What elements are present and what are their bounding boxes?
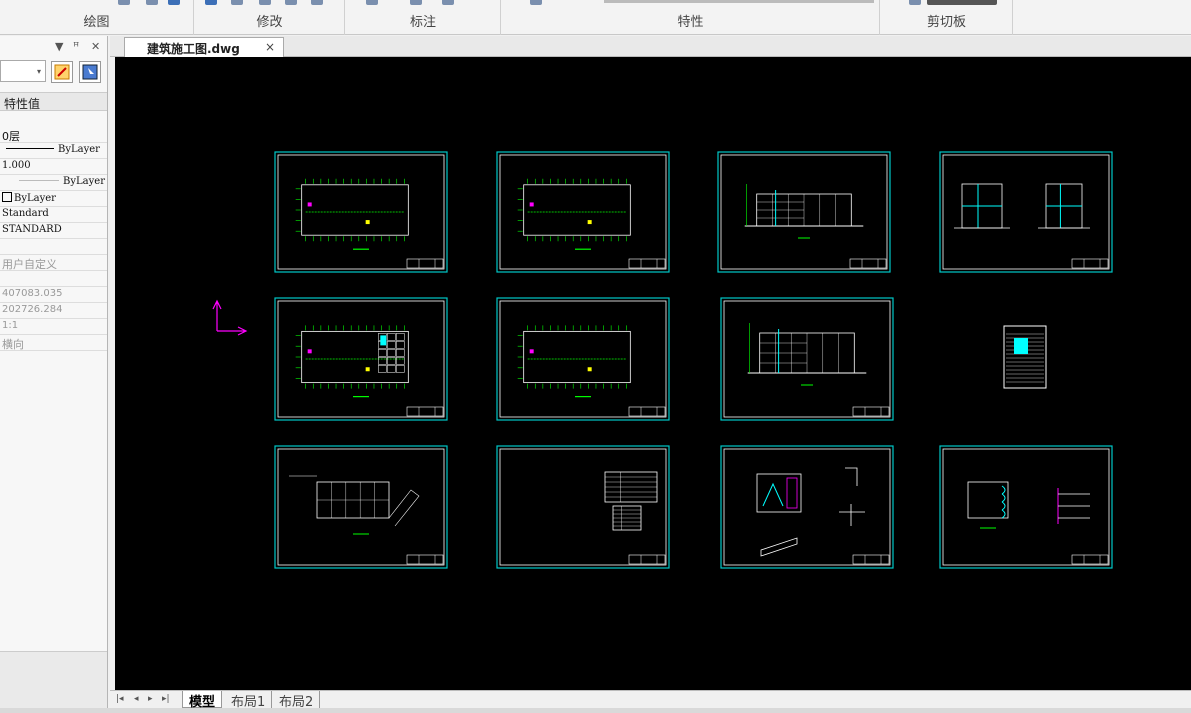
properties-panel: ▼ ꟸ ✕ ▾ 特性值 0层 ByLayer 1.000 ByLayer ByL… (0, 36, 108, 708)
quick-select-button[interactable] (79, 61, 101, 83)
drawing-sheet[interactable] (274, 445, 448, 569)
draw-tool-icon[interactable] (168, 0, 180, 5)
property-value: 横向 (2, 338, 24, 351)
drawing-sheet[interactable] (717, 151, 891, 273)
selection-combo[interactable]: ▾ (0, 60, 46, 82)
property-value: 407083.035 (2, 288, 63, 299)
modify-tool-icon[interactable] (205, 0, 217, 5)
drawing-sheet[interactable] (496, 445, 670, 569)
ribbon-group-label: 剪切板 (926, 15, 966, 30)
ribbon-group-clipboard: 剪切板 (881, 0, 1013, 35)
sheets (274, 151, 1113, 569)
status-bar (0, 708, 1191, 713)
property-value: 1:1 (2, 320, 19, 331)
panel-footer (0, 651, 107, 708)
drawing-sheet[interactable] (720, 297, 894, 421)
clipboard-tool-icon[interactable] (927, 0, 997, 5)
close-icon[interactable]: × (265, 40, 275, 54)
modify-tool-icon[interactable] (259, 0, 271, 5)
property-plot-style[interactable]: 用户自定义 (0, 255, 107, 271)
drawing-sheet[interactable] (939, 151, 1113, 273)
properties-panel-header: ▼ ꟸ ✕ (0, 36, 107, 58)
ucs-icon (212, 299, 248, 336)
ribbon: 绘图 修改 标注 特性 剪切板 (0, 0, 1191, 35)
property-lineweight[interactable]: ByLayer (0, 175, 107, 191)
last-tab-icon[interactable]: ▸| (162, 694, 170, 704)
ribbon-group-label: 绘图 (83, 15, 110, 30)
quick-select-icon (82, 64, 98, 80)
annotate-tool-icon[interactable] (366, 0, 378, 5)
drawing-sheet[interactable] (1003, 325, 1047, 389)
draw-tool-icon[interactable] (118, 0, 130, 5)
property-value-header: 特性值 (0, 92, 107, 111)
pin-icon[interactable]: ꟸ (73, 40, 79, 53)
property-value: Standard (2, 208, 49, 219)
ribbon-group-modify: 修改 (195, 0, 345, 35)
property-value: 用户自定义 (2, 258, 57, 271)
ribbon-group-draw: 绘图 (0, 0, 194, 35)
property-value: 202726.284 (2, 304, 63, 315)
property-center-y[interactable]: 202726.284 (0, 303, 107, 319)
linetype-sample (6, 148, 54, 149)
drawing-svg (212, 151, 1113, 569)
document-tab-bar: 建筑施工图.dwg × (110, 36, 1191, 57)
drawing-sheet[interactable] (274, 151, 448, 273)
tab-layout1[interactable]: 布局1 (225, 691, 273, 710)
property-linetype-scale[interactable]: 1.000 (0, 159, 107, 175)
modify-tool-icon[interactable] (231, 0, 243, 5)
drawing-sheet[interactable] (720, 445, 894, 569)
ribbon-group-annotate: 标注 (346, 0, 501, 35)
lineweight-sample (19, 180, 60, 181)
ribbon-group-label: 标注 (409, 15, 436, 30)
ribbon-group-label: 修改 (256, 15, 283, 30)
first-tab-icon[interactable]: |◂ (116, 694, 124, 704)
next-tab-icon[interactable]: ▸ (148, 694, 153, 704)
drawing-sheet[interactable] (496, 151, 670, 273)
properties-tool-icon[interactable] (530, 0, 542, 5)
property-linetype[interactable]: ByLayer (0, 143, 107, 159)
paste-icon[interactable] (909, 0, 921, 5)
property-value: ByLayer (63, 176, 105, 187)
ribbon-group-properties: 特性 (502, 0, 880, 35)
close-icon[interactable]: ✕ (91, 40, 100, 53)
layout-tab-bar: |◂ ◂ ▸ ▸| 模型 布局1 布局2 (110, 690, 1191, 710)
tab-model[interactable]: 模型 (182, 691, 223, 710)
property-value: ByLayer (14, 193, 56, 204)
toggle-pickadd-button[interactable] (51, 61, 73, 83)
property-value: 1.000 (2, 160, 31, 171)
color-dropdown[interactable] (604, 0, 754, 3)
linetype-dropdown[interactable] (754, 0, 874, 3)
document-tab[interactable]: 建筑施工图.dwg × (124, 37, 284, 57)
prev-tab-icon[interactable]: ◂ (134, 694, 139, 704)
property-value: STANDARD (2, 224, 62, 235)
pickadd-icon (54, 64, 70, 80)
dropdown-arrow-icon[interactable]: ▼ (55, 40, 63, 53)
property-orientation[interactable]: 横向 (0, 335, 107, 351)
property-value: 0层 (2, 130, 20, 143)
modify-tool-icon[interactable] (285, 0, 297, 5)
annotate-tool-icon[interactable] (442, 0, 454, 5)
color-swatch (2, 192, 12, 202)
property-color[interactable]: ByLayer (0, 191, 107, 207)
ribbon-group-label: 特性 (677, 15, 704, 30)
drawing-canvas[interactable] (115, 57, 1191, 690)
property-blank (0, 239, 107, 255)
property-text-style[interactable]: Standard (0, 207, 107, 223)
chevron-down-icon[interactable]: ▾ (37, 67, 41, 76)
drawing-sheet[interactable] (496, 297, 670, 421)
annotate-tool-icon[interactable] (410, 0, 422, 5)
modify-tool-icon[interactable] (311, 0, 323, 5)
drawing-sheet[interactable] (939, 445, 1113, 569)
document-tab-name: 建筑施工图.dwg (147, 42, 240, 56)
drawing-sheet[interactable] (274, 297, 448, 421)
property-value: ByLayer (58, 144, 100, 155)
property-center-x[interactable]: 407083.035 (0, 287, 107, 303)
property-scale[interactable]: 1:1 (0, 319, 107, 335)
property-dim-style[interactable]: STANDARD (0, 223, 107, 239)
property-layer[interactable]: 0层 (0, 127, 107, 143)
tab-layout2[interactable]: 布局2 (273, 691, 321, 710)
property-blank (0, 271, 107, 287)
draw-tool-icon[interactable] (146, 0, 158, 5)
